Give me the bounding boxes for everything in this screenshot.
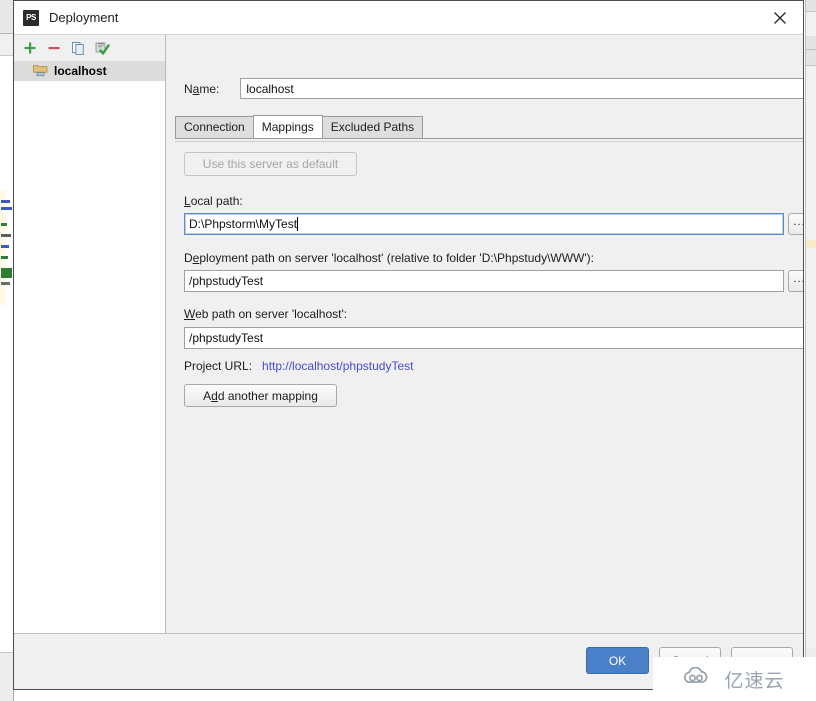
project-url-link[interactable]: http://localhost/phpstudyTest bbox=[262, 359, 413, 373]
tab-separator bbox=[175, 141, 803, 142]
copy-server-button[interactable] bbox=[67, 37, 89, 59]
tab-excluded-paths[interactable]: Excluded Paths bbox=[321, 116, 424, 138]
ide-bg-left-tabstrip bbox=[0, 34, 13, 56]
local-path-value: D:\Phpstorm\MyTest bbox=[189, 217, 298, 231]
dialog-titlebar: Deployment bbox=[14, 1, 803, 35]
ide-bg-right-seg bbox=[806, 36, 816, 50]
deployment-path-value: /phpstudyTest bbox=[189, 274, 264, 288]
ide-bg-right-seg bbox=[806, 50, 816, 66]
ide-bg-code-line bbox=[1, 200, 10, 203]
ide-bg-code-line bbox=[1, 223, 7, 226]
sidebar-item-label: localhost bbox=[54, 64, 107, 78]
ide-bg-code-line bbox=[1, 245, 9, 248]
project-url-label: Project URL: bbox=[184, 359, 253, 373]
add-another-mapping-button[interactable]: Add another mapping bbox=[184, 384, 337, 407]
project-url-row: Project URL: http://localhost/phpstudyTe… bbox=[184, 359, 413, 373]
ide-bg-left-toolbar bbox=[0, 0, 13, 34]
ide-bg-code-line bbox=[1, 207, 12, 210]
web-path-label: Web path on server 'localhost': bbox=[184, 307, 348, 321]
name-row: Name: localhost bbox=[184, 78, 803, 99]
sidebar-item-localhost[interactable]: localhost bbox=[14, 61, 165, 81]
deployment-path-browse-button[interactable]: ... bbox=[788, 270, 803, 292]
cloud-logo-icon bbox=[684, 666, 718, 692]
sidebar-toolbar bbox=[14, 35, 165, 61]
phpstorm-icon bbox=[23, 9, 39, 26]
ide-bg-code-line bbox=[1, 234, 11, 237]
check-server-icon[interactable] bbox=[91, 37, 113, 59]
server-tree: localhost bbox=[14, 61, 165, 633]
web-path-value: /phpstudyTest bbox=[189, 331, 264, 345]
ide-bg-code-line bbox=[1, 256, 8, 259]
tab-connection[interactable]: Connection bbox=[175, 116, 254, 138]
tab-mappings[interactable]: Mappings bbox=[252, 115, 323, 138]
ide-bg-right-marker bbox=[806, 240, 816, 248]
name-input[interactable]: localhost bbox=[240, 78, 803, 99]
settings-tabs: Connection Mappings Excluded Paths bbox=[175, 115, 803, 139]
local-path-label: Local path: bbox=[184, 194, 243, 208]
server-folder-icon bbox=[33, 63, 48, 80]
ide-background-left-strip bbox=[0, 0, 14, 701]
ok-button[interactable]: OK bbox=[586, 647, 649, 674]
deployment-path-label: Deployment path on server 'localhost' (r… bbox=[184, 251, 595, 265]
name-input-value: localhost bbox=[246, 81, 294, 96]
watermark: 亿速云 bbox=[653, 657, 816, 701]
mappings-panel: Name: localhost Connection Mappings Excl… bbox=[166, 35, 803, 633]
ide-bg-right-seg bbox=[806, 0, 816, 12]
ide-bg-code-line bbox=[1, 282, 10, 285]
ide-background-right-strip bbox=[805, 0, 816, 701]
remove-server-button[interactable] bbox=[43, 37, 65, 59]
watermark-text: 亿速云 bbox=[724, 669, 785, 692]
dialog-body: localhost Name: localhost Connection Map… bbox=[14, 35, 803, 633]
deployment-dialog: Deployment bbox=[13, 0, 804, 690]
ide-bg-left-statusbar bbox=[0, 652, 13, 701]
ide-bg-code-line bbox=[1, 268, 12, 278]
server-list-sidebar: localhost bbox=[14, 35, 166, 633]
ide-bg-left-gutter bbox=[0, 190, 13, 305]
name-label: Name: bbox=[184, 81, 220, 96]
local-path-browse-button[interactable]: ... bbox=[788, 213, 803, 235]
text-caret bbox=[297, 217, 299, 231]
local-path-input[interactable]: D:\Phpstorm\MyTest bbox=[184, 213, 784, 235]
deployment-path-input[interactable]: /phpstudyTest bbox=[184, 270, 784, 292]
web-path-input[interactable]: /phpstudyTest bbox=[184, 327, 803, 349]
add-server-button[interactable] bbox=[19, 37, 41, 59]
dialog-title: Deployment bbox=[49, 10, 119, 25]
close-icon[interactable] bbox=[757, 1, 803, 34]
use-as-default-server-button[interactable]: Use this server as default bbox=[184, 152, 357, 176]
